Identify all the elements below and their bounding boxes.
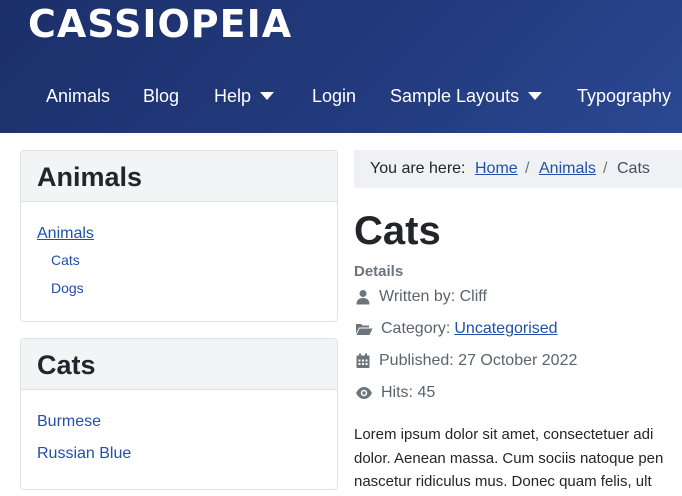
- nav-item-animals[interactable]: Animals: [46, 82, 110, 110]
- meta-published-text: Published: 27 October 2022: [379, 352, 578, 369]
- meta-category: Category: Uncategorised: [355, 318, 558, 340]
- nav-item-blog[interactable]: Blog: [143, 82, 179, 110]
- user-icon: [356, 290, 370, 305]
- meta-author-text: Written by: Cliff: [379, 288, 487, 305]
- cats-module: Cats Burmese Russian Blue: [20, 338, 338, 490]
- folder-open-icon: [356, 324, 373, 335]
- menu-link-animals[interactable]: Animals: [37, 225, 94, 243]
- site-header: CASSIOPEIA Animals Blog Help Login Sampl…: [0, 0, 682, 133]
- article-body-line: dolor. Aenean massa. Cum sociis natoque …: [354, 449, 664, 467]
- page-title: Cats: [354, 209, 441, 253]
- nav-item-label: Help: [214, 86, 252, 106]
- breadcrumb: You are here: Home / Animals / Cats: [354, 150, 682, 188]
- link-russian-blue[interactable]: Russian Blue: [37, 445, 131, 463]
- breadcrumb-separator: /: [603, 160, 608, 177]
- meta-hits-text: Hits: 45: [381, 384, 436, 401]
- chevron-down-icon: [528, 92, 543, 100]
- breadcrumb-separator: /: [525, 160, 530, 177]
- nav-item-sample-layouts[interactable]: Sample Layouts: [390, 82, 543, 110]
- calendar-icon: [356, 353, 370, 368]
- nav-item-label: Login: [312, 86, 357, 106]
- module-title: Animals: [37, 162, 143, 192]
- eye-icon: [356, 387, 372, 399]
- breadcrumb-home[interactable]: Home: [475, 150, 518, 188]
- site-brand[interactable]: CASSIOPEIA: [28, 2, 292, 46]
- chevron-down-icon: [260, 92, 275, 100]
- nav-item-label: Typography: [577, 86, 672, 106]
- meta-published: Published: 27 October 2022: [355, 350, 577, 372]
- nav-item-login[interactable]: Login: [312, 82, 356, 110]
- breadcrumb-current: Cats: [617, 160, 650, 177]
- animals-module: Animals Animals Cats Dogs: [20, 150, 338, 322]
- module-title: Cats: [37, 350, 96, 380]
- menu-link-cats[interactable]: Cats: [51, 252, 80, 268]
- module-header: Cats: [21, 339, 337, 390]
- article-body-line: Lorem ipsum dolor sit amet, consectetuer…: [354, 426, 654, 443]
- breadcrumb-prefix: You are here:: [370, 160, 466, 177]
- meta-author: Written by: Cliff: [355, 286, 487, 308]
- details-label: Details: [354, 263, 404, 280]
- nav-item-help[interactable]: Help: [214, 82, 275, 110]
- nav-item-label: Sample Layouts: [390, 86, 520, 106]
- link-burmese[interactable]: Burmese: [37, 413, 101, 431]
- module-header: Animals: [21, 151, 337, 202]
- nav-item-label: Animals: [46, 86, 111, 106]
- menu-link-dogs[interactable]: Dogs: [51, 280, 84, 296]
- category-link[interactable]: Uncategorised: [454, 320, 557, 338]
- article-body-line: nascetur ridiculus mus. Donec quam felis…: [354, 473, 652, 490]
- nav-item-label: Blog: [143, 86, 180, 106]
- meta-hits: Hits: 45: [355, 382, 435, 404]
- meta-category-prefix: Category:: [381, 320, 451, 337]
- nav-item-typography[interactable]: Typography: [577, 82, 671, 110]
- breadcrumb-animals[interactable]: Animals: [539, 150, 596, 188]
- article-body: Lorem ipsum dolor sit amet, consectetuer…: [354, 423, 682, 494]
